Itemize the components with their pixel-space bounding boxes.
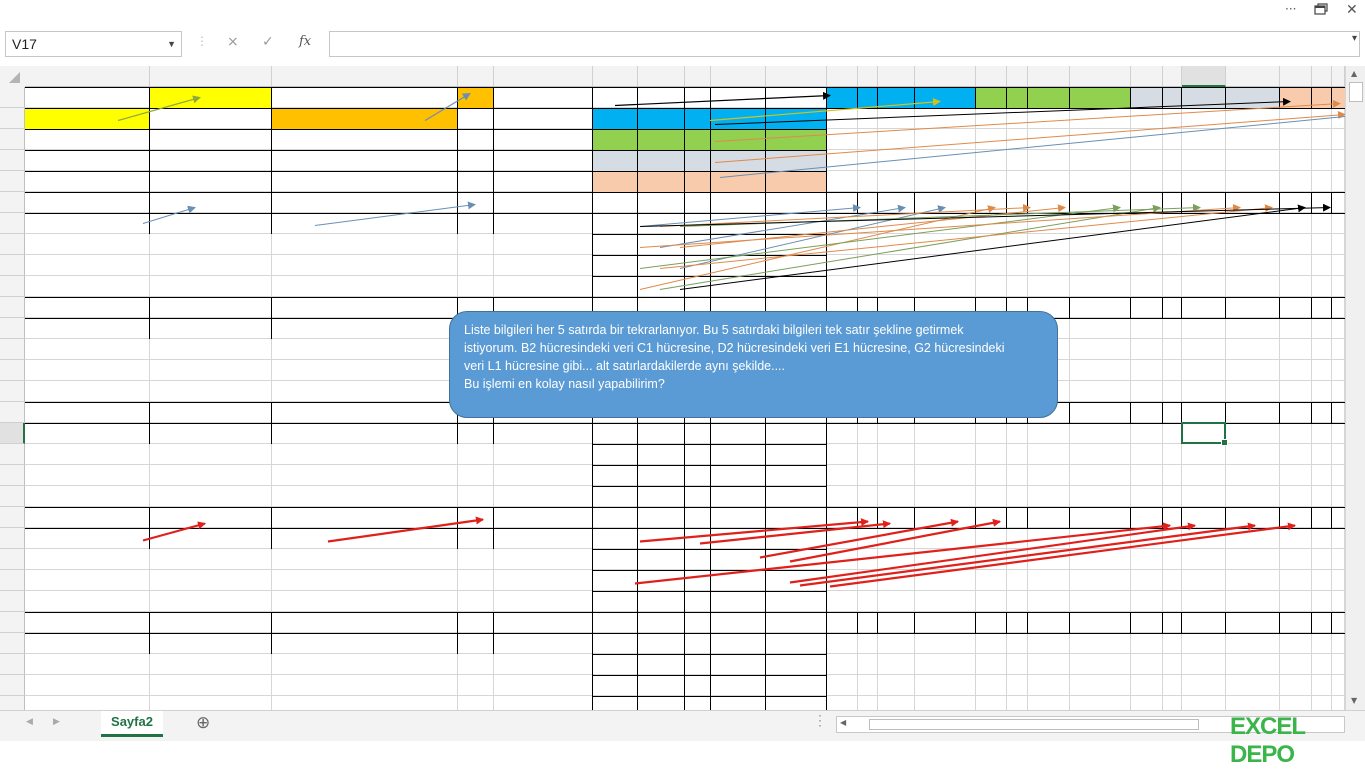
annotation-arrow (142, 205, 196, 224)
scroll-down-icon[interactable]: ▼ (1351, 696, 1357, 705)
annotation-arrow (117, 95, 201, 122)
annotation-arrow (314, 201, 476, 226)
callout-line-4: Bu işlemi en kolay nasıl yapabilirim? (464, 377, 665, 391)
annotation-arrow (639, 204, 1121, 269)
name-box[interactable]: V17 ▼ (5, 31, 182, 57)
name-box-value: V17 (12, 36, 37, 52)
drag-handle-icon: ⋮ (196, 34, 208, 48)
watermark-logo: EXCEL DEPO (1230, 713, 1306, 768)
restore-window-icon[interactable] (1314, 3, 1328, 19)
worksheet-grid[interactable]: Liste bilgileri her 5 satırda bir tekrar… (0, 66, 1365, 710)
callout-line-1: Liste bilgileri her 5 satırda bir tekrar… (464, 323, 964, 337)
sheet-tab-sayfa2[interactable]: Sayfa2 (101, 711, 163, 737)
enter-icon[interactable]: ✓ (262, 34, 274, 50)
add-sheet-icon[interactable]: ⊕ (196, 713, 210, 733)
tab-splitter-icon[interactable]: ⋮ (813, 713, 827, 730)
annotation-arrow (799, 522, 1256, 587)
annotation-arrow (789, 522, 1196, 584)
scroll-left-icon[interactable]: ◀ (840, 718, 846, 727)
prev-sheet-icon[interactable]: ◀ (26, 717, 33, 727)
annotation-arrow (714, 111, 1346, 163)
annotation-arrow (639, 205, 996, 290)
title-bar: ··· ✕ (0, 0, 1365, 24)
expand-formula-bar-icon[interactable]: ▾ (1352, 33, 1357, 44)
vertical-scrollbar[interactable]: ▲ ▼ (1345, 66, 1365, 710)
annotation-arrow (639, 203, 1331, 227)
scroll-up-icon[interactable]: ▲ (1351, 69, 1357, 78)
annotation-arrow (719, 116, 1346, 178)
annotation-arrow (327, 516, 484, 543)
chevron-down-icon[interactable]: ▼ (167, 32, 176, 56)
insert-function-button[interactable]: fx (299, 34, 311, 49)
annotation-arrow (424, 92, 471, 122)
vertical-scroll-thumb[interactable] (1349, 82, 1363, 102)
formula-bar: V17 ▼ ⋮ × ✓ fx ▾ (0, 28, 1365, 60)
callout-line-3: veri L1 hücresine gibi... alt satırlarda… (464, 359, 785, 373)
horizontal-scroll-thumb[interactable] (869, 719, 1199, 730)
annotation-arrow (142, 521, 206, 542)
annotation-arrow (679, 204, 1066, 248)
close-window-icon[interactable]: ✕ (1346, 2, 1358, 18)
sheet-tab-bar: ◀ ▶ Sayfa2 ⊕ ⋮ ◀ (0, 710, 1365, 741)
callout-line-2: istiyorum. B2 hücresindeki veri C1 hücre… (464, 341, 1005, 355)
annotation-arrow (679, 204, 1306, 290)
cancel-icon[interactable]: × (227, 34, 239, 50)
formula-input[interactable] (329, 31, 1360, 57)
more-options-icon[interactable]: ··· (1285, 2, 1296, 16)
annotation-arrow (709, 98, 941, 122)
annotation-arrow (829, 522, 1296, 588)
sheet-tab-label: Sayfa2 (111, 714, 153, 729)
question-callout: Liste bilgileri her 5 satırda bir tekrar… (449, 311, 1058, 418)
annotation-arrow (614, 91, 831, 107)
next-sheet-icon[interactable]: ▶ (53, 717, 60, 727)
annotation-arrow (659, 204, 1161, 290)
